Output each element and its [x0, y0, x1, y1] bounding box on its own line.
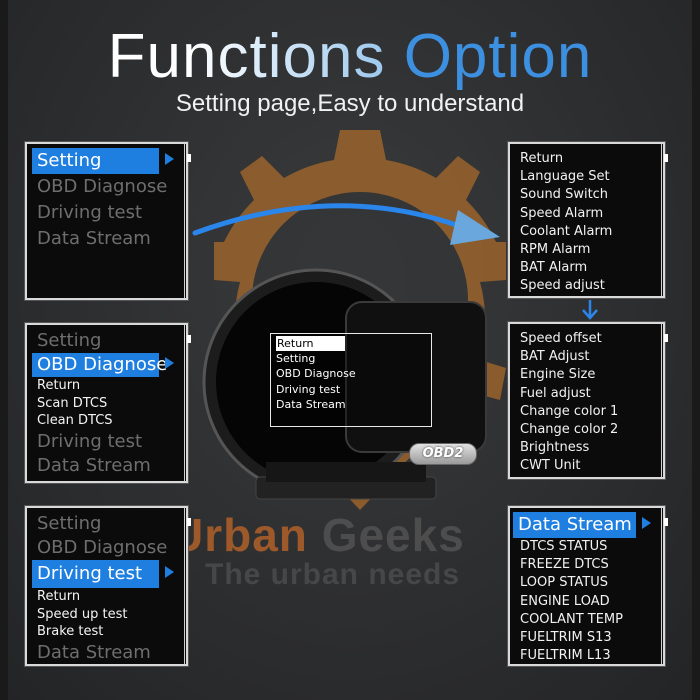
data-stream-panel: Data Stream DTCS STATUS FREEZE DTCS LOOP…	[507, 505, 668, 667]
data-stream-header-selected[interactable]: Data Stream	[510, 512, 663, 538]
data-stream-item[interactable]: FUELTRIM L13	[510, 647, 663, 665]
screen-item[interactable]: Driving test	[276, 382, 431, 397]
page-subtitle: Setting page,Easy to understand	[175, 90, 525, 117]
menu-item[interactable]: OBD Diagnose	[27, 536, 186, 560]
menu-panel-obd-diagnose: Setting OBD Diagnose Return Scan DTCS Cl…	[24, 322, 191, 484]
watermark-brand-1: Urban	[170, 509, 308, 561]
submenu-item[interactable]: Brake test	[27, 623, 186, 641]
data-stream-item[interactable]: FUELTRIM S13	[510, 629, 663, 647]
watermark-brand-2: Geeks	[321, 509, 465, 561]
menu-item[interactable]: Setting	[27, 512, 186, 536]
device-screen-menu: Return Setting OBD Diagnose Driving test…	[270, 333, 432, 427]
data-stream-item[interactable]: FREEZE DTCS	[510, 556, 663, 574]
submenu-item[interactable]: Scan DTCS	[27, 395, 186, 413]
data-stream-item[interactable]: LOOP STATUS	[510, 574, 663, 592]
title-word-1: Functions	[107, 22, 386, 91]
screen-item[interactable]: OBD Diagnose	[276, 366, 431, 381]
menu-item[interactable]: Data Stream	[27, 641, 186, 665]
scrollbar[interactable]	[661, 144, 668, 296]
settings-item[interactable]: Change color 1	[510, 403, 663, 421]
menu-item[interactable]: OBD Diagnose	[27, 174, 186, 200]
triangle-right-icon	[165, 153, 174, 165]
menu-item[interactable]: Driving test	[27, 430, 186, 454]
submenu-item[interactable]: Return	[27, 588, 186, 606]
screen-item[interactable]: Setting	[276, 351, 431, 366]
submenu-item[interactable]: Speed up test	[27, 606, 186, 624]
title-word-2: Option	[403, 22, 593, 91]
settings-item[interactable]: Engine Size	[510, 366, 663, 384]
watermark-brand: Urban Geeks	[170, 508, 465, 562]
settings-item[interactable]: Coolant Alarm	[510, 223, 663, 241]
settings-item[interactable]: Speed adjust	[510, 277, 663, 295]
settings-item[interactable]: Speed offset	[510, 330, 663, 348]
settings-item[interactable]: Fuel adjust	[510, 385, 663, 403]
watermark-tagline: The urban needs	[205, 558, 461, 591]
settings-panel-page-2: Speed offset BAT Adjust Engine Size Fuel…	[507, 321, 668, 480]
scrollbar[interactable]	[184, 508, 191, 664]
arrow-down-icon	[582, 300, 598, 320]
scrollbar[interactable]	[184, 325, 191, 481]
settings-item[interactable]: CWT Unit	[510, 457, 663, 475]
settings-item[interactable]: Brightness	[510, 439, 663, 457]
scrollbar[interactable]	[184, 144, 191, 298]
menu-item[interactable]: Driving test	[27, 200, 186, 226]
menu-panel-driving-test: Setting OBD Diagnose Driving test Return…	[24, 505, 191, 667]
settings-panel-page-1: Return Language Set Sound Switch Speed A…	[507, 141, 668, 299]
settings-item[interactable]: Return	[510, 150, 663, 168]
settings-item[interactable]: BAT Alarm	[510, 259, 663, 277]
screen-item-selected[interactable]: Return	[276, 336, 345, 352]
settings-item[interactable]: Change color 2	[510, 421, 663, 439]
menu-item[interactable]: Data Stream	[27, 454, 186, 478]
settings-item[interactable]: Speed Alarm	[510, 205, 663, 223]
screen-item[interactable]: Data Stream	[276, 397, 431, 412]
scrollbar[interactable]	[661, 324, 668, 477]
settings-item[interactable]: BAT Adjust	[510, 348, 663, 366]
menu-item-setting-selected[interactable]: Setting	[27, 148, 186, 174]
menu-item[interactable]: Setting	[27, 329, 186, 353]
submenu-item[interactable]: Return	[27, 377, 186, 395]
settings-item[interactable]: RPM Alarm	[510, 241, 663, 259]
data-stream-item[interactable]: ENGINE LOAD	[510, 593, 663, 611]
submenu-item[interactable]: Clean DTCS	[27, 412, 186, 430]
triangle-right-icon	[165, 566, 174, 578]
menu-item-obd-selected[interactable]: OBD Diagnose	[27, 353, 186, 377]
menu-item-driving-selected[interactable]: Driving test	[27, 560, 186, 588]
data-stream-item[interactable]: DTCS STATUS	[510, 538, 663, 556]
obd2-badge: OBD2	[409, 443, 477, 465]
triangle-right-icon	[642, 517, 651, 529]
settings-item[interactable]: Sound Switch	[510, 186, 663, 204]
page-title: Functions Option	[0, 22, 700, 92]
menu-item[interactable]: Data Stream	[27, 226, 186, 252]
data-stream-item[interactable]: COOLANT TEMP	[510, 611, 663, 629]
menu-panel-setting: Setting OBD Diagnose Driving test Data S…	[24, 141, 191, 301]
triangle-right-icon	[165, 357, 174, 369]
arrow-right-icon	[192, 203, 500, 245]
scrollbar[interactable]	[661, 508, 668, 664]
settings-item[interactable]: Language Set	[510, 168, 663, 186]
